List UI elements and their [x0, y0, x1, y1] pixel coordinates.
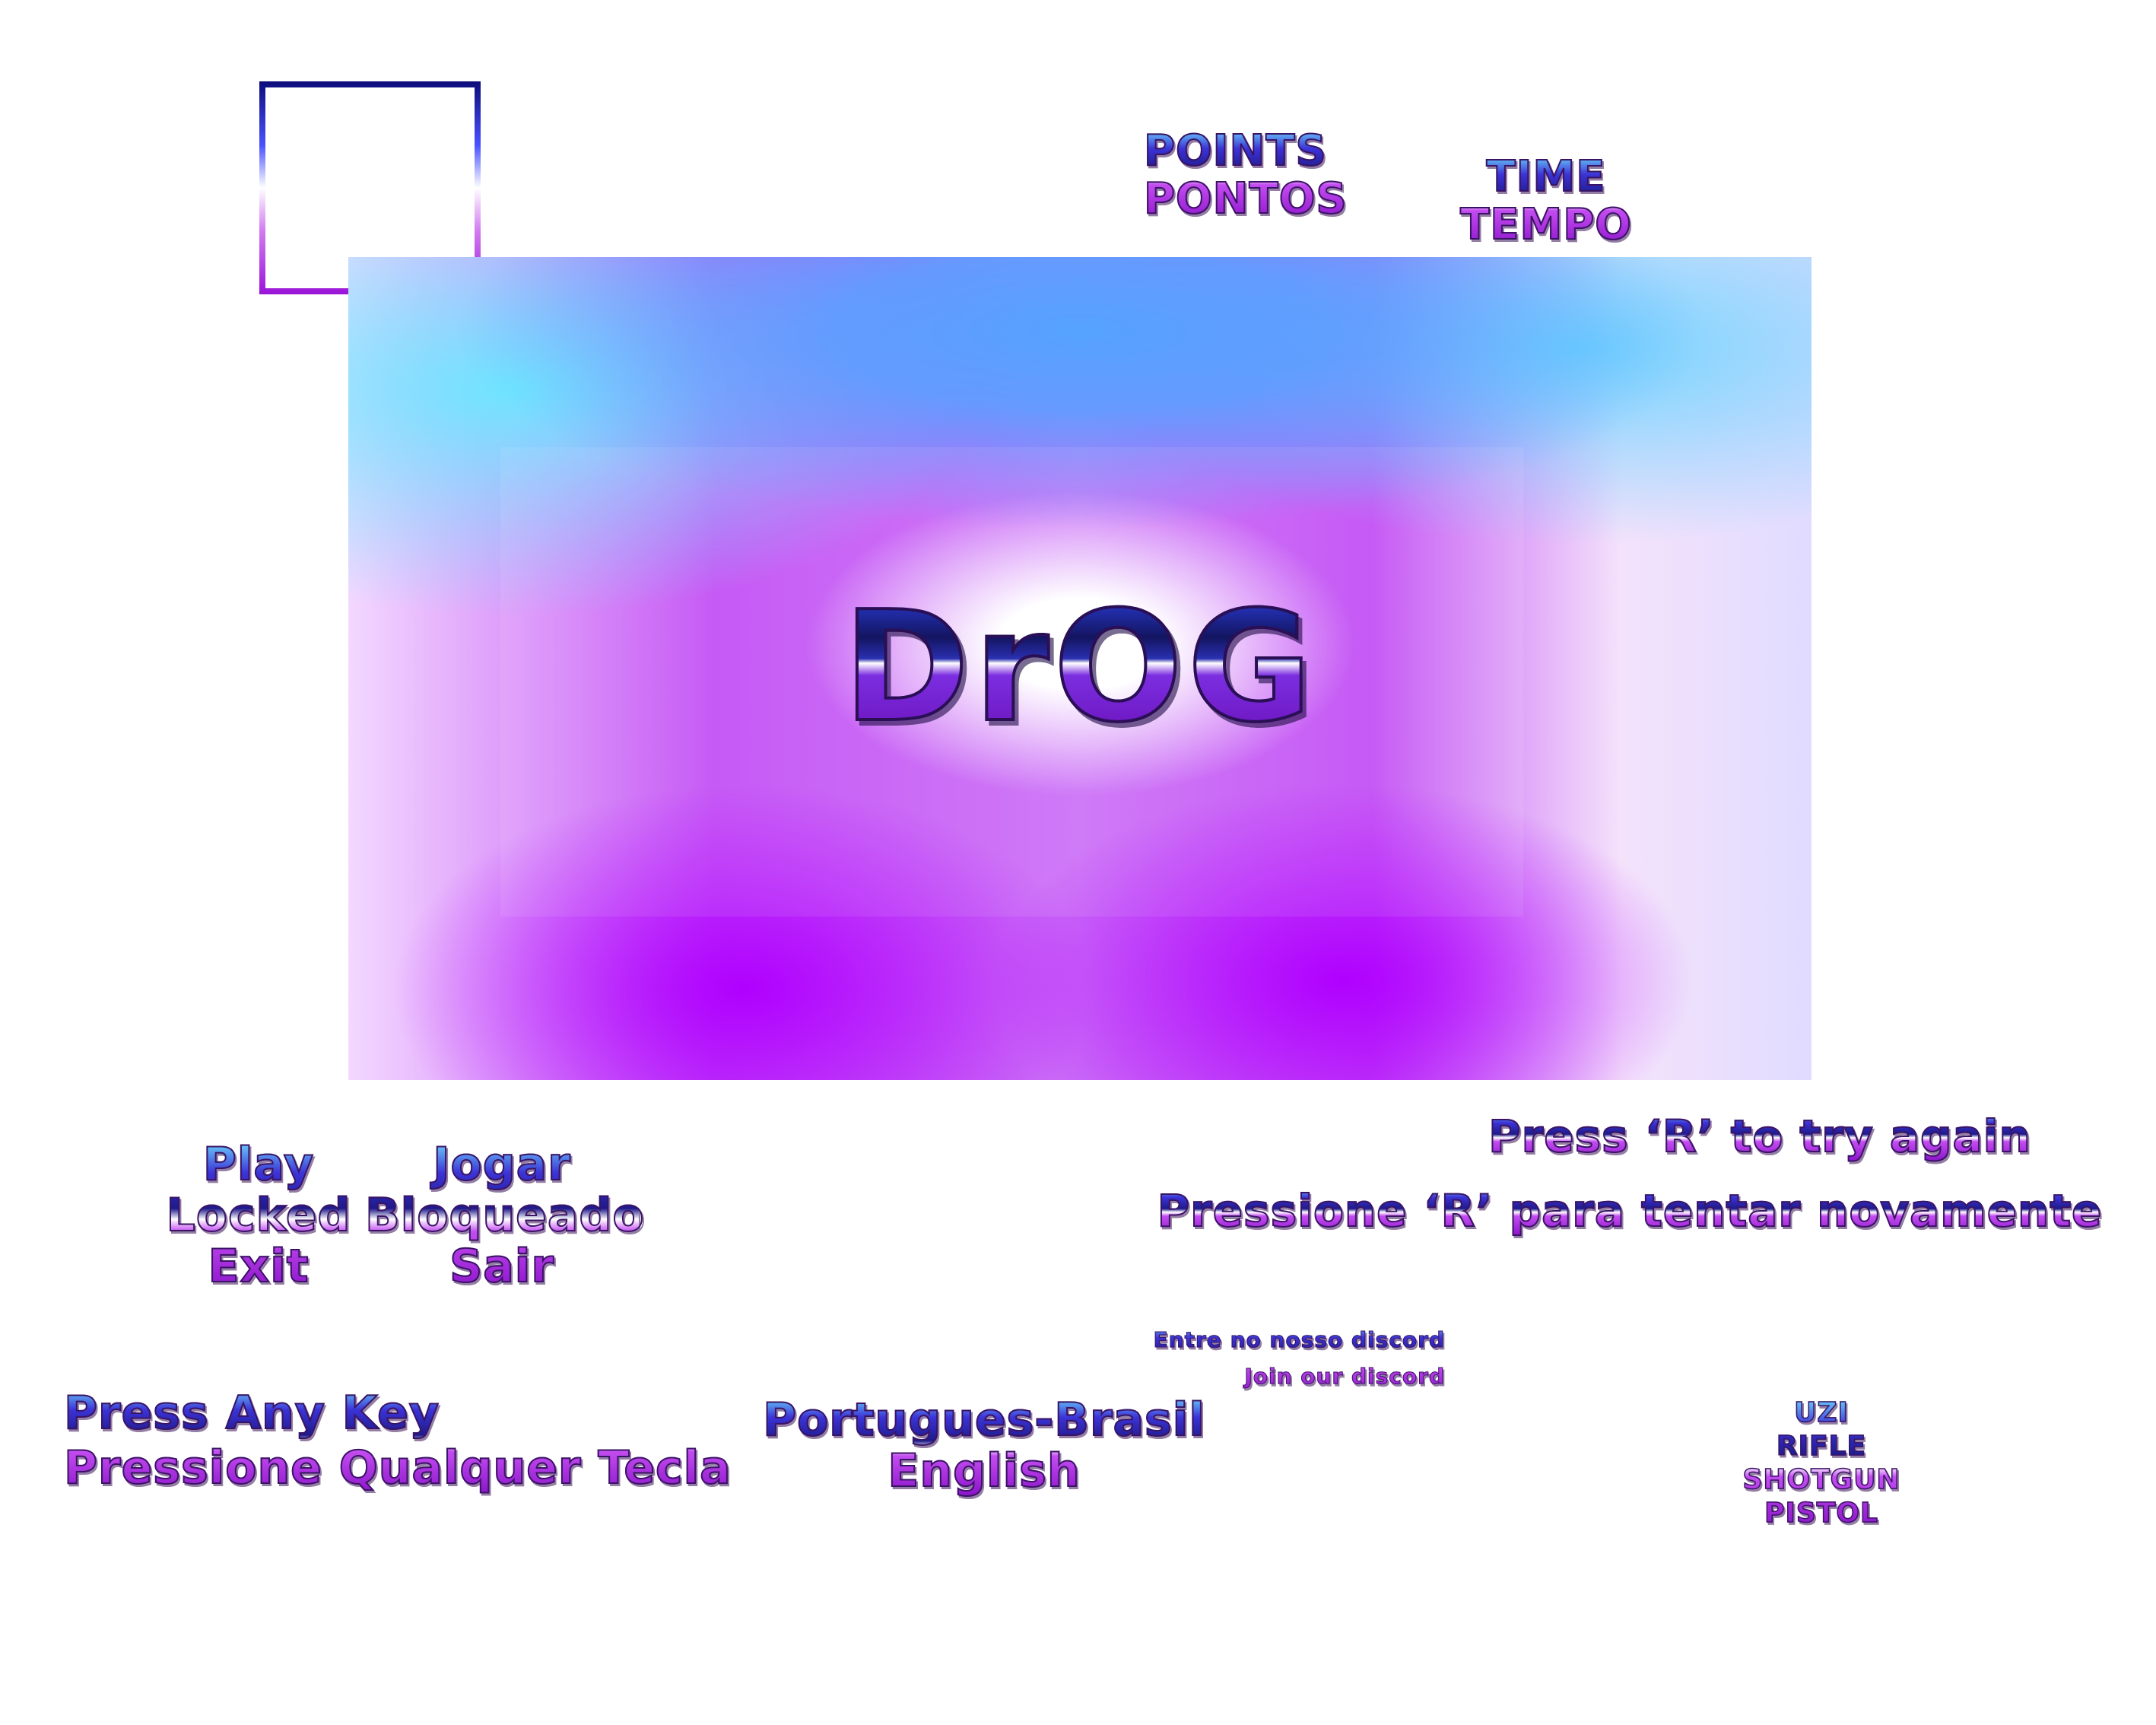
language-option-pt-br[interactable]: Portugues-Brasil — [748, 1393, 1220, 1446]
weapon-shotgun[interactable]: SHOTGUN — [1742, 1463, 1901, 1497]
time-label: TIME TEMPO — [1459, 152, 1634, 249]
menu-item-exit[interactable]: Exit — [152, 1241, 365, 1293]
language-options: Portugues-Brasil English — [748, 1393, 1220, 1498]
discord-link-en[interactable]: Join our discord — [1118, 1358, 1445, 1395]
menu-pt: Jogar Bloqueado Sair — [364, 1138, 645, 1293]
weapon-uzi[interactable]: UZI — [1742, 1396, 1901, 1430]
points-label: POINTS PONTOS — [1143, 126, 1348, 224]
menu-item-jogar[interactable]: Jogar — [365, 1138, 639, 1190]
menu-item-play[interactable]: Play — [152, 1138, 365, 1190]
discord-link-pt[interactable]: Entre no nosso discord — [1118, 1322, 1445, 1358]
menu-item-bloqueado[interactable]: Bloqueado — [364, 1189, 645, 1241]
press-any-key-pt: Pressione Qualquer Tecla — [63, 1441, 732, 1495]
weapon-list: UZI RIFLE SHOTGUN PISTOL — [1742, 1396, 1901, 1530]
time-label-en: TIME — [1485, 152, 1606, 202]
points-label-pt: PONTOS — [1143, 173, 1348, 224]
retry-hint-en: Press ‘R’ to try again — [1486, 1111, 2034, 1162]
weapon-pistol[interactable]: PISTOL — [1742, 1497, 1901, 1530]
weapon-rifle[interactable]: RIFLE — [1742, 1430, 1901, 1463]
game-title: DrOG — [348, 590, 1811, 745]
retry-hint-pt: Pressione ‘R’ para tentar novamente — [1147, 1186, 2113, 1237]
press-any-key: Press Any Key Pressione Qualquer Tecla — [63, 1386, 732, 1495]
time-label-pt: TEMPO — [1459, 199, 1632, 249]
menu-item-locked[interactable]: Locked — [152, 1189, 365, 1241]
language-option-english[interactable]: English — [748, 1444, 1220, 1497]
game-panel: DrOG — [348, 257, 1811, 1080]
discord-links: Entre no nosso discord Join our discord — [1118, 1322, 1445, 1394]
points-label-en: POINTS — [1143, 126, 1327, 176]
press-any-key-en: Press Any Key — [63, 1386, 440, 1441]
menu-item-sair[interactable]: Sair — [365, 1241, 639, 1293]
menu-en: Play Locked Exit — [152, 1138, 365, 1293]
